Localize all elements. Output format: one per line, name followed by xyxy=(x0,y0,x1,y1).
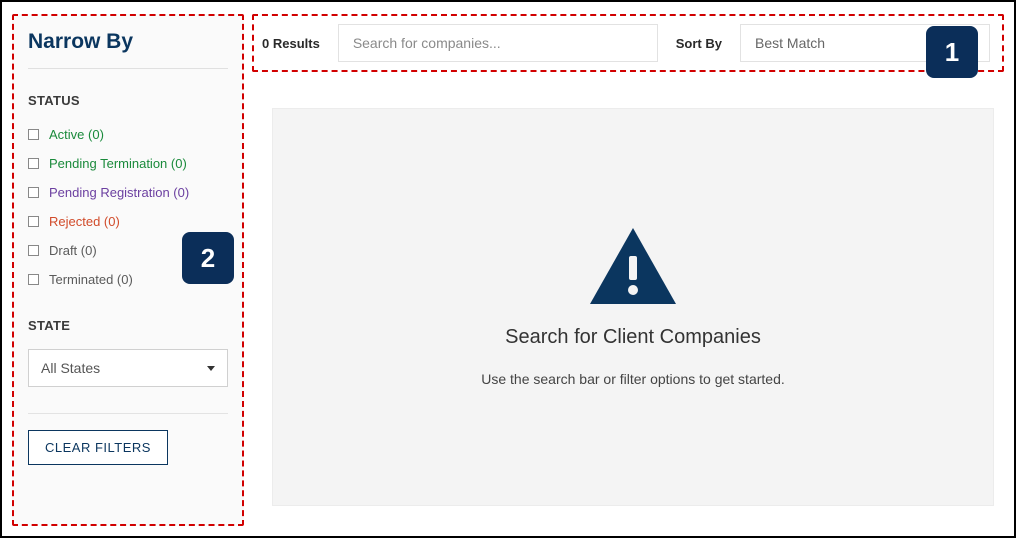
annotation-callout-2: 2 xyxy=(182,232,234,284)
clear-filters-button[interactable]: CLEAR FILTERS xyxy=(28,430,168,465)
filter-label: Pending Registration (0) xyxy=(49,185,189,200)
checkbox-icon[interactable] xyxy=(28,216,39,227)
filter-label: Active (0) xyxy=(49,127,104,142)
status-filter-active[interactable]: Active (0) xyxy=(28,120,228,149)
main-area: 0 Results Sort By Best Match Search for … xyxy=(244,14,1004,526)
search-input[interactable] xyxy=(338,24,658,62)
status-section-label: STATUS xyxy=(28,93,228,108)
checkbox-icon[interactable] xyxy=(28,129,39,140)
checkbox-icon[interactable] xyxy=(28,245,39,256)
warning-icon xyxy=(590,228,676,304)
checkbox-icon[interactable] xyxy=(28,187,39,198)
sort-select-value: Best Match xyxy=(755,35,825,51)
empty-state: Search for Client Companies Use the sear… xyxy=(272,108,994,506)
status-filter-pending-termination[interactable]: Pending Termination (0) xyxy=(28,149,228,178)
checkbox-icon[interactable] xyxy=(28,274,39,285)
chevron-down-icon xyxy=(207,366,215,371)
checkbox-icon[interactable] xyxy=(28,158,39,169)
empty-subtitle: Use the search bar or filter options to … xyxy=(481,371,785,387)
results-toolbar: 0 Results Sort By Best Match xyxy=(252,14,1004,72)
state-select[interactable]: All States xyxy=(28,349,228,387)
annotation-callout-1: 1 xyxy=(926,26,978,78)
sortby-label: Sort By xyxy=(676,36,722,51)
filter-label: Draft (0) xyxy=(49,243,97,258)
sidebar-title: Narrow By xyxy=(28,22,228,69)
filter-label: Rejected (0) xyxy=(49,214,120,229)
state-select-value: All States xyxy=(41,360,100,376)
status-filter-pending-registration[interactable]: Pending Registration (0) xyxy=(28,178,228,207)
state-section-label: STATE xyxy=(28,318,228,333)
empty-title: Search for Client Companies xyxy=(505,326,761,349)
divider xyxy=(28,413,228,414)
filter-label: Terminated (0) xyxy=(49,272,133,287)
filter-label: Pending Termination (0) xyxy=(49,156,187,171)
results-count: 0 Results xyxy=(262,36,320,51)
